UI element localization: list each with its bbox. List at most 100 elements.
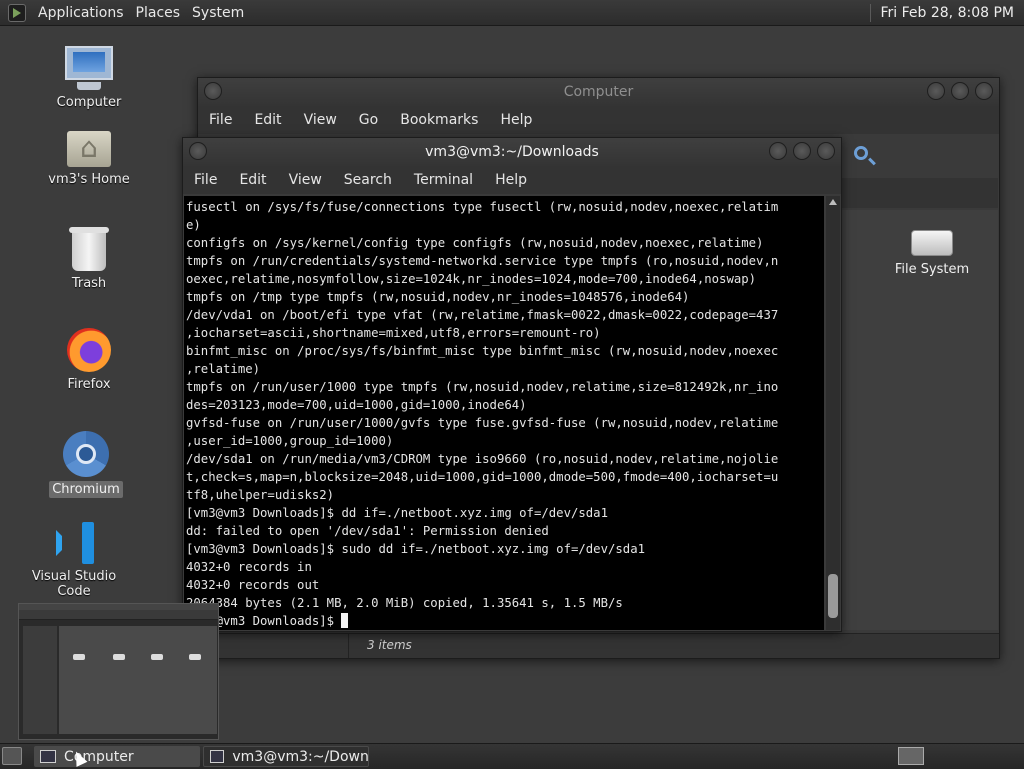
firefox-icon [67,328,111,372]
top-panel: Applications Places System Fri Feb 28, 8… [0,0,1024,26]
menu-view[interactable]: View [293,112,348,128]
terminal-line: tmpfs on /tmp type tmpfs (rw,nosuid,node… [186,288,824,306]
status-divider [348,634,349,658]
terminal-cursor [341,613,348,628]
preview-drive-icon [113,654,125,660]
desktop-icon-label: Trash [69,275,109,292]
bottom-panel: Computer vm3@vm3:~/Downl... [0,743,1024,769]
scroll-up-arrow-icon[interactable] [829,199,837,205]
close-button[interactable] [975,82,993,100]
terminal-titlebar[interactable]: vm3@vm3:~/Downloads [183,138,841,166]
terminal-line: tmpfs on /run/credentials/systemd-networ… [186,252,824,270]
menu-go[interactable]: Go [348,112,389,128]
terminal-line: [vm3@vm3 Downloads]$ dd if=./netboot.xyz… [186,504,824,522]
menu-terminal[interactable]: Terminal [403,172,484,188]
preview-sidebar [23,626,57,734]
minimize-button[interactable] [769,142,787,160]
taskbar-item-computer[interactable]: Computer [34,746,200,767]
window-title: Computer [564,84,634,100]
terminal-line: 4032+0 records out [186,576,824,594]
menu-applications[interactable]: Applications [32,5,130,21]
status-bar: 3 items [198,633,999,658]
window-menu-button[interactable] [189,142,207,160]
file-system-item[interactable]: File System [882,230,982,277]
terminal-menubar: File Edit View Search Terminal Help [183,166,841,194]
menu-file[interactable]: File [183,172,228,188]
terminal-icon [210,750,224,763]
terminal-line: des=203123,mode=700,uid=1000,gid=1000,in… [186,396,824,414]
terminal-line: e) [186,216,824,234]
menu-system[interactable]: System [186,5,250,21]
terminal-line: [vm3@vm3 Downloads]$ [186,612,824,630]
terminal-line: ,user_id=1000,group_id=1000) [186,432,824,450]
menu-edit[interactable]: Edit [228,172,277,188]
preview-drive-icon [73,654,85,660]
terminal-line: /dev/vda1 on /boot/efi type vfat (rw,rel… [186,306,824,324]
terminal-scrollbar[interactable] [826,196,840,630]
terminal-line: gvfsd-fuse on /run/user/1000/gvfs type f… [186,414,824,432]
clock-text: Fri Feb 28, 8:08 PM [881,5,1015,21]
status-text: 3 items [367,638,412,652]
chromium-icon [63,431,109,477]
terminal-line: oexec,relatime,nosymfollow,size=1024k,nr… [186,270,824,288]
distro-logo-icon[interactable] [8,4,26,22]
desktop-icon-label: vm3's Home [45,171,133,188]
window-menu-button[interactable] [204,82,222,100]
maximize-button[interactable] [793,142,811,160]
file-manager-toolbar [842,134,998,178]
terminal-line: fusectl on /sys/fs/fuse/connections type… [186,198,824,216]
menu-file[interactable]: File [198,112,243,128]
panel-separator [870,4,871,22]
home-folder-icon [67,131,111,167]
search-icon[interactable] [854,146,868,160]
taskbar-item-terminal[interactable]: vm3@vm3:~/Downl... [203,746,369,767]
drive-icon [911,230,953,256]
location-bar[interactable] [842,178,998,208]
close-button[interactable] [817,142,835,160]
preview-drive-icon [151,654,163,660]
window-title: vm3@vm3:~/Downloads [425,144,599,160]
desktop-icon-chromium[interactable]: Chromium [26,431,146,498]
computer-icon [40,750,56,763]
desktop-icon-trash[interactable]: Trash [29,231,149,292]
terminal-line: /dev/sda1 on /run/media/vm3/CDROM type i… [186,450,824,468]
desktop-icon-computer[interactable]: Computer [29,46,149,111]
desktop-icon-label: Chromium [49,481,123,498]
file-manager-titlebar[interactable]: Computer [198,78,999,106]
terminal-line: tmpfs on /run/user/1000 type tmpfs (rw,n… [186,378,824,396]
minimize-button[interactable] [927,82,945,100]
menu-search[interactable]: Search [333,172,403,188]
menu-help[interactable]: Help [484,172,538,188]
terminal-output[interactable]: fusectl on /sys/fs/fuse/connections type… [184,196,824,630]
terminal-window[interactable]: vm3@vm3:~/Downloads File Edit View Searc… [182,137,842,632]
desktop-icon-label: Firefox [64,376,113,393]
vscode-icon [54,522,94,564]
preview-toolbar [19,610,218,620]
menu-help[interactable]: Help [489,112,543,128]
file-system-label: File System [895,262,969,277]
desktop-icon-label: Visual Studio Code [14,568,134,600]
desktop-icon-firefox[interactable]: Firefox [29,328,149,393]
menu-places[interactable]: Places [130,5,187,21]
menu-bookmarks[interactable]: Bookmarks [389,112,489,128]
terminal-line: ,iocharset=ascii,shortname=mixed,utf8,er… [186,324,824,342]
window-preview-thumbnail[interactable] [18,603,219,740]
file-manager-menubar: File Edit View Go Bookmarks Help [198,106,999,134]
desktop-icon-home[interactable]: vm3's Home [29,131,149,188]
maximize-button[interactable] [951,82,969,100]
show-desktop-icon[interactable] [2,747,22,765]
trash-icon [72,231,106,271]
workspace-switcher[interactable] [898,747,924,765]
preview-drive-icon [189,654,201,660]
computer-icon [65,46,113,80]
menu-edit[interactable]: Edit [243,112,292,128]
terminal-line: dd: failed to open '/dev/sda1': Permissi… [186,522,824,540]
scrollbar-thumb[interactable] [828,574,838,618]
terminal-line: [vm3@vm3 Downloads]$ sudo dd if=./netboo… [186,540,824,558]
clock[interactable]: Fri Feb 28, 8:08 PM [870,4,1024,22]
menu-view[interactable]: View [278,172,333,188]
desktop-icon-vscode[interactable]: Visual Studio Code [14,522,134,600]
desktop-icon-label: Computer [54,94,125,111]
terminal-line: binfmt_misc on /proc/sys/fs/binfmt_misc … [186,342,824,360]
terminal-line: ,relatime) [186,360,824,378]
